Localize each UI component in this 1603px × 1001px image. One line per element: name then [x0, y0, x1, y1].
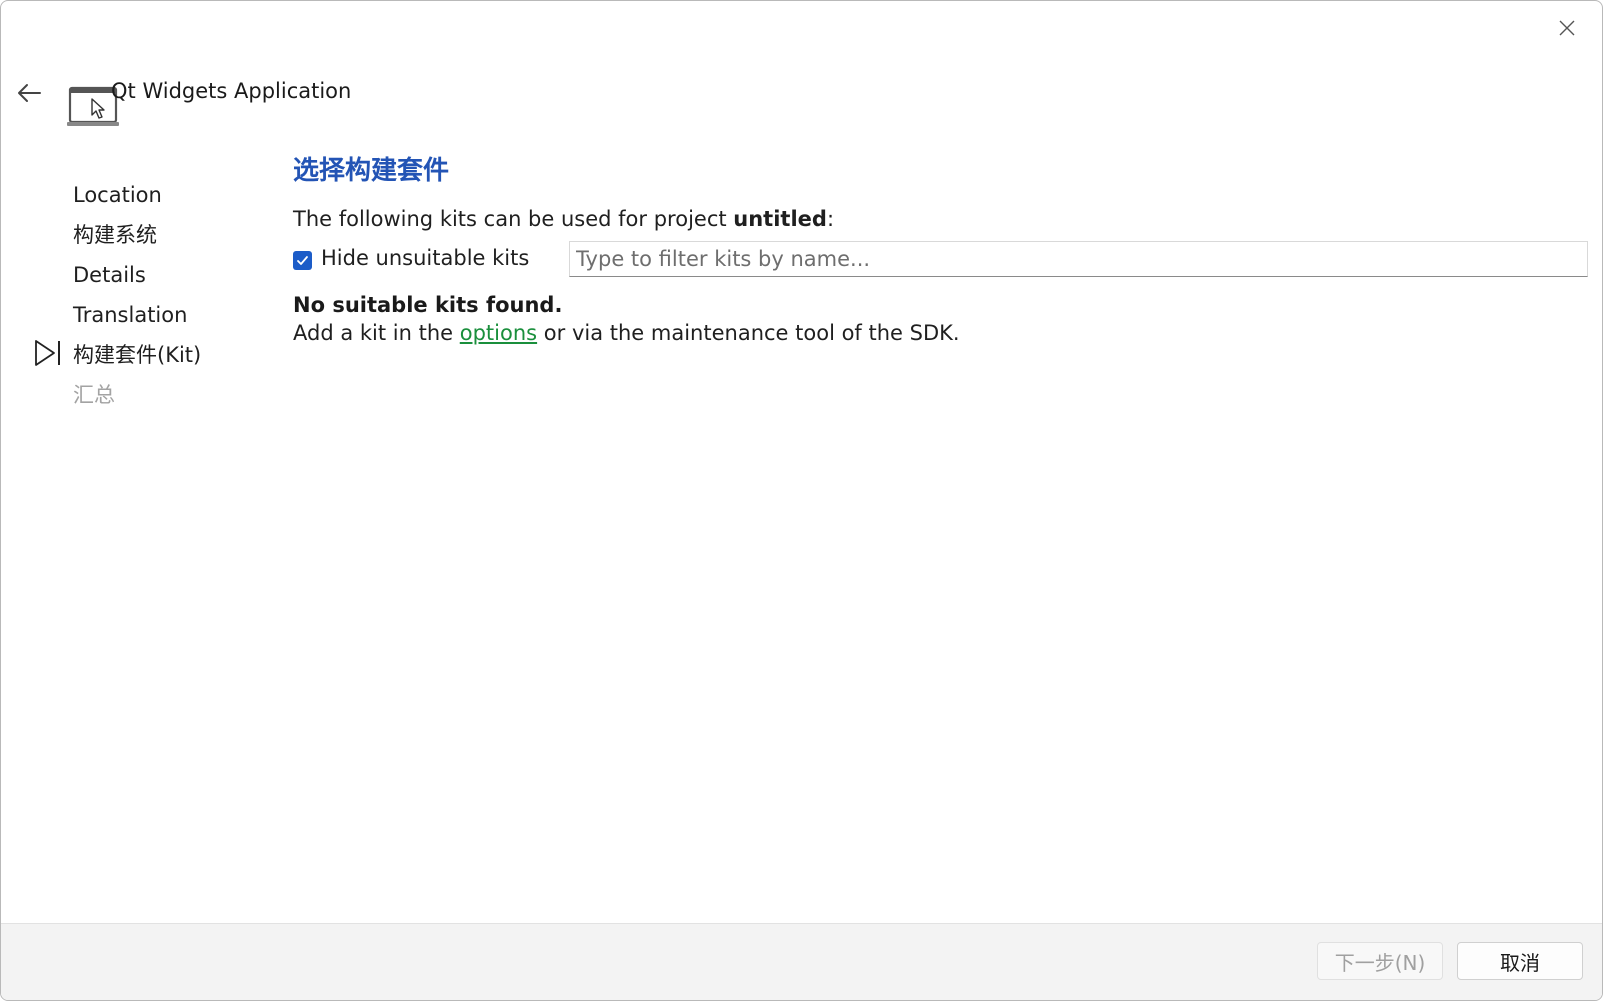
intro-suffix: : — [826, 207, 835, 231]
hint-suffix: or via the maintenance tool of the SDK. — [537, 321, 960, 345]
step-kits-current: 构建套件(Kit) — [73, 343, 202, 367]
play-step-icon — [35, 340, 60, 366]
close-button[interactable] — [1554, 15, 1580, 41]
page-heading: 选择构建套件 — [293, 156, 450, 186]
back-button[interactable] — [13, 77, 45, 109]
intro-prefix: The following kits can be used for proje… — [293, 207, 734, 231]
checkmark-icon — [297, 256, 308, 265]
project-name: untitled — [733, 207, 827, 231]
wizard-steps-list: Location 构建系统 Details Translation 构建套件(K… — [73, 175, 201, 415]
step-location: Location — [73, 183, 162, 207]
cancel-button[interactable]: 取消 — [1457, 942, 1583, 980]
options-link[interactable]: options — [460, 321, 537, 345]
back-arrow-icon — [18, 84, 41, 102]
kit-selection-page: 选择构建套件 The following kits can be used fo… — [293, 151, 1588, 345]
wizard-title: Qt Widgets Application — [111, 79, 352, 103]
hide-unsuitable-kits-checkbox[interactable] — [293, 251, 312, 270]
close-icon — [1559, 20, 1575, 36]
wizard-footer: 下一步(N) 取消 — [1, 923, 1602, 1000]
hint-prefix: Add a kit in the — [293, 321, 460, 345]
next-button[interactable]: 下一步(N) — [1317, 942, 1443, 980]
new-project-wizard-window: Qt Widgets Application Location 构建系统 Det… — [0, 0, 1603, 1001]
add-kit-hint: Add a kit in the options or via the main… — [293, 321, 1588, 345]
no-kits-message: No suitable kits found. — [293, 293, 563, 317]
step-translation: Translation — [73, 303, 188, 327]
kit-filter-input[interactable] — [569, 241, 1588, 277]
step-details: Details — [73, 263, 146, 287]
hide-unsuitable-kits-label[interactable]: Hide unsuitable kits — [321, 246, 529, 270]
intro-text: The following kits can be used for proje… — [293, 207, 1588, 231]
step-summary: 汇总 — [73, 383, 115, 407]
kit-filter-row: Hide unsuitable kits — [293, 241, 1588, 281]
step-build-system: 构建系统 — [73, 223, 157, 247]
